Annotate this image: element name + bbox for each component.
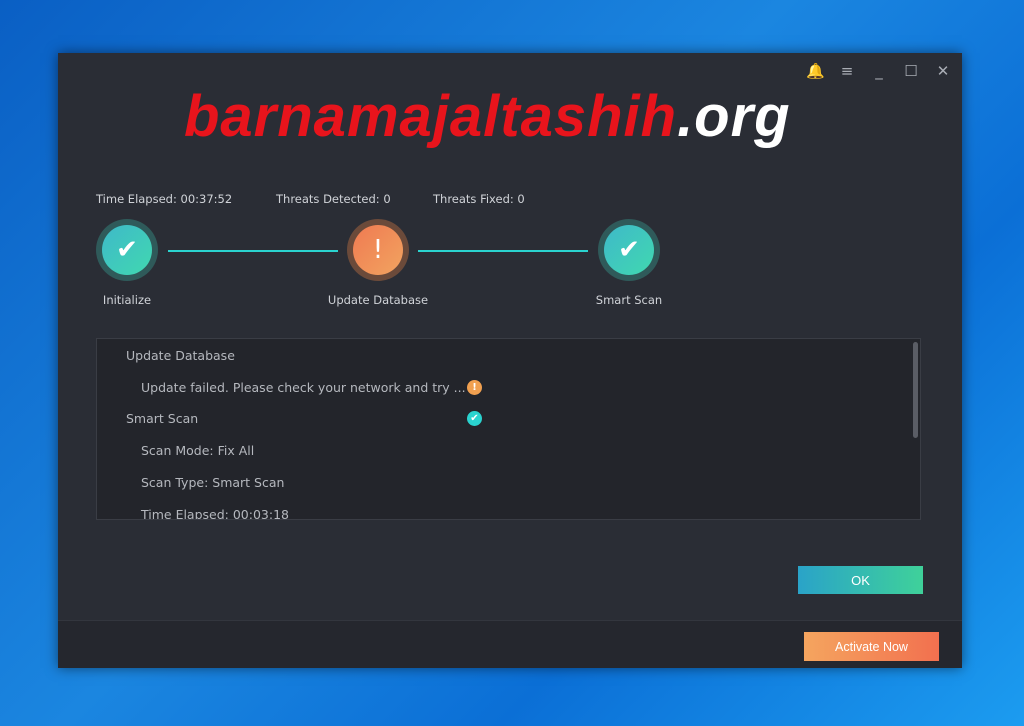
minimize-icon[interactable]: _ (870, 62, 888, 80)
log-item: Time Elapsed: 00:03:18 (141, 507, 289, 520)
scan-results-window: 🔔 ≡ _ ☐ ✕ barnamajaltashih.org Time Elap… (58, 53, 962, 668)
check-icon: ✔ (467, 411, 482, 426)
progress-line (418, 250, 588, 252)
close-icon[interactable]: ✕ (934, 62, 952, 80)
warning-icon: ! (353, 225, 403, 275)
activate-now-button[interactable]: Activate Now (804, 632, 939, 661)
window-controls: 🔔 ≡ _ ☐ ✕ (806, 62, 952, 80)
step-label: Update Database (327, 293, 429, 307)
threats-detected: Threats Detected: 0 (276, 192, 391, 206)
ok-button[interactable]: OK (798, 566, 923, 594)
check-icon: ✔ (604, 225, 654, 275)
check-icon: ✔ (102, 225, 152, 275)
footer: Activate Now (58, 620, 962, 668)
warning-icon: ! (467, 380, 482, 395)
threats-fixed: Threats Fixed: 0 (433, 192, 525, 206)
menu-icon[interactable]: ≡ (838, 62, 856, 80)
scan-log[interactable]: Update Database Update failed. Please ch… (96, 338, 921, 520)
log-item: Scan Type: Smart Scan (141, 475, 285, 490)
step-smart-scan: ✔ (598, 219, 660, 281)
step-initialize: ✔ (96, 219, 158, 281)
scrollbar[interactable] (913, 342, 918, 438)
watermark: barnamajaltashih.org (184, 84, 791, 149)
log-item: Scan Mode: Fix All (141, 443, 255, 458)
step-label: Initialize (102, 293, 152, 307)
maximize-icon[interactable]: ☐ (902, 62, 920, 80)
time-elapsed: Time Elapsed: 00:37:52 (96, 192, 233, 206)
log-item: Update Database (126, 348, 235, 363)
progress-line (168, 250, 338, 252)
bell-icon[interactable]: 🔔 (806, 62, 825, 80)
step-label: Smart Scan (595, 293, 663, 307)
log-item: Smart Scan (126, 411, 199, 426)
step-update-database: ! (347, 219, 409, 281)
log-item: Update failed. Please check your network… (141, 380, 466, 395)
